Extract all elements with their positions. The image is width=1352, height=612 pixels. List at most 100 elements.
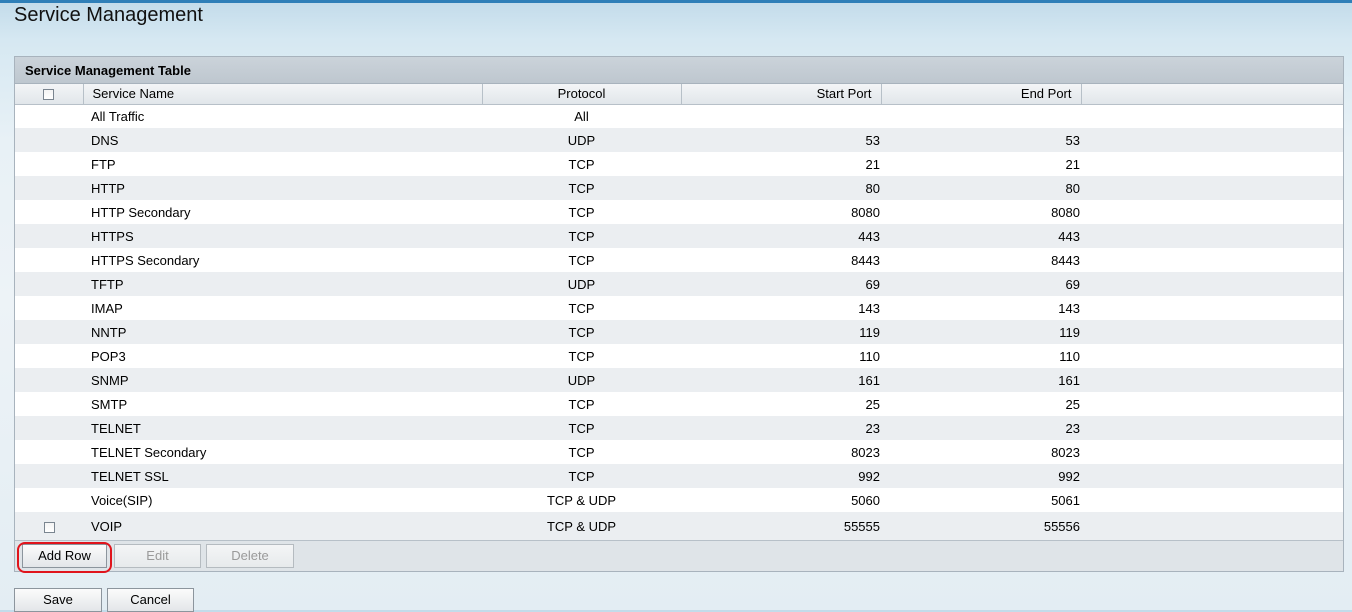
protocol-cell: UDP [482, 128, 681, 152]
service-name-cell: HTTPS Secondary [83, 248, 482, 272]
end-port-cell: 110 [881, 344, 1081, 368]
spacer-cell [1081, 440, 1343, 464]
spacer-cell [1081, 176, 1343, 200]
row-checkbox-cell [15, 488, 83, 512]
row-checkbox-cell [15, 248, 83, 272]
start-port-cell: 143 [681, 296, 881, 320]
end-port-cell [881, 104, 1081, 128]
service-name-cell: TELNET SSL [83, 464, 482, 488]
end-port-cell: 8443 [881, 248, 1081, 272]
cancel-button[interactable]: Cancel [107, 588, 194, 612]
start-port-cell: 161 [681, 368, 881, 392]
spacer-cell [1081, 320, 1343, 344]
protocol-cell: UDP [482, 368, 681, 392]
add-row-button[interactable]: Add Row [22, 544, 107, 568]
table-row: IMAP TCP 143 143 [15, 296, 1343, 320]
service-name-cell: TELNET Secondary [83, 440, 482, 464]
spacer-cell [1081, 104, 1343, 128]
select-all-header [15, 84, 84, 105]
start-port-cell: 443 [681, 224, 881, 248]
end-port-cell: 53 [881, 128, 1081, 152]
protocol-cell: TCP [482, 248, 681, 272]
spacer-cell [1081, 512, 1343, 540]
service-name-cell: DNS [83, 128, 482, 152]
protocol-cell: TCP [482, 464, 681, 488]
row-checkbox-cell [15, 440, 83, 464]
page-title: Service Management [14, 4, 203, 26]
start-port-cell: 5060 [681, 488, 881, 512]
table-row: NNTP TCP 119 119 [15, 320, 1343, 344]
service-name-cell: HTTPS [83, 224, 482, 248]
service-name-cell: IMAP [83, 296, 482, 320]
protocol-cell: TCP [482, 224, 681, 248]
column-header-end-port[interactable]: End Port [881, 84, 1082, 105]
delete-button[interactable]: Delete [206, 544, 294, 568]
row-checkbox-cell [15, 368, 83, 392]
protocol-cell: TCP [482, 440, 681, 464]
save-button[interactable]: Save [14, 588, 102, 612]
spacer-cell [1081, 128, 1343, 152]
table-row: SNMP UDP 161 161 [15, 368, 1343, 392]
column-header-protocol[interactable]: Protocol [482, 84, 682, 105]
edit-button[interactable]: Edit [114, 544, 201, 568]
protocol-cell: TCP [482, 416, 681, 440]
start-port-cell: 992 [681, 464, 881, 488]
spacer-cell [1081, 200, 1343, 224]
row-checkbox-cell [15, 512, 83, 540]
column-header-spacer [1081, 84, 1343, 105]
table-row: TFTP UDP 69 69 [15, 272, 1343, 296]
spacer-cell [1081, 416, 1343, 440]
table-row: FTP TCP 21 21 [15, 152, 1343, 176]
spacer-cell [1081, 224, 1343, 248]
protocol-cell: TCP [482, 344, 681, 368]
select-all-checkbox[interactable] [43, 89, 55, 101]
service-name-cell: SMTP [83, 392, 482, 416]
table-row: HTTP Secondary TCP 8080 8080 [15, 200, 1343, 224]
row-checkbox-cell [15, 224, 83, 248]
protocol-cell: TCP [482, 176, 681, 200]
spacer-cell [1081, 248, 1343, 272]
row-checkbox-cell [15, 272, 83, 296]
row-checkbox-cell [15, 200, 83, 224]
end-port-cell: 69 [881, 272, 1081, 296]
table-row: TELNET Secondary TCP 8023 8023 [15, 440, 1343, 464]
row-checkbox-cell [15, 176, 83, 200]
end-port-cell: 5061 [881, 488, 1081, 512]
table-body: All Traffic All DNS UDP 53 53 FTP TCP 21… [15, 104, 1343, 540]
spacer-cell [1081, 392, 1343, 416]
start-port-cell: 119 [681, 320, 881, 344]
end-port-cell: 21 [881, 152, 1081, 176]
column-header-start-port[interactable]: Start Port [681, 84, 882, 105]
table-row: HTTP TCP 80 80 [15, 176, 1343, 200]
row-checkbox-cell [15, 152, 83, 176]
end-port-cell: 992 [881, 464, 1081, 488]
table-header-row: Service Name Protocol Start Port End Por… [15, 84, 1343, 105]
start-port-cell: 8080 [681, 200, 881, 224]
table-title: Service Management Table [15, 57, 1343, 84]
row-checkbox-cell [15, 392, 83, 416]
start-port-cell: 25 [681, 392, 881, 416]
protocol-cell: UDP [482, 272, 681, 296]
end-port-cell: 8080 [881, 200, 1081, 224]
column-header-service-name[interactable]: Service Name [83, 84, 483, 105]
spacer-cell [1081, 488, 1343, 512]
protocol-cell: TCP [482, 200, 681, 224]
top-accent-strip [0, 0, 1352, 3]
start-port-cell: 8443 [681, 248, 881, 272]
end-port-cell: 161 [881, 368, 1081, 392]
service-management-panel: Service Management Table Service Name Pr… [14, 56, 1344, 573]
table-row: DNS UDP 53 53 [15, 128, 1343, 152]
start-port-cell: 69 [681, 272, 881, 296]
service-name-cell: TFTP [83, 272, 482, 296]
start-port-cell: 21 [681, 152, 881, 176]
spacer-cell [1081, 272, 1343, 296]
service-name-cell: SNMP [83, 368, 482, 392]
start-port-cell: 23 [681, 416, 881, 440]
spacer-cell [1081, 464, 1343, 488]
row-select-checkbox[interactable] [43, 521, 55, 533]
protocol-cell: TCP [482, 152, 681, 176]
table-row: HTTPS TCP 443 443 [15, 224, 1343, 248]
table-row: All Traffic All [15, 104, 1343, 128]
start-port-cell: 55555 [681, 512, 881, 540]
end-port-cell: 143 [881, 296, 1081, 320]
